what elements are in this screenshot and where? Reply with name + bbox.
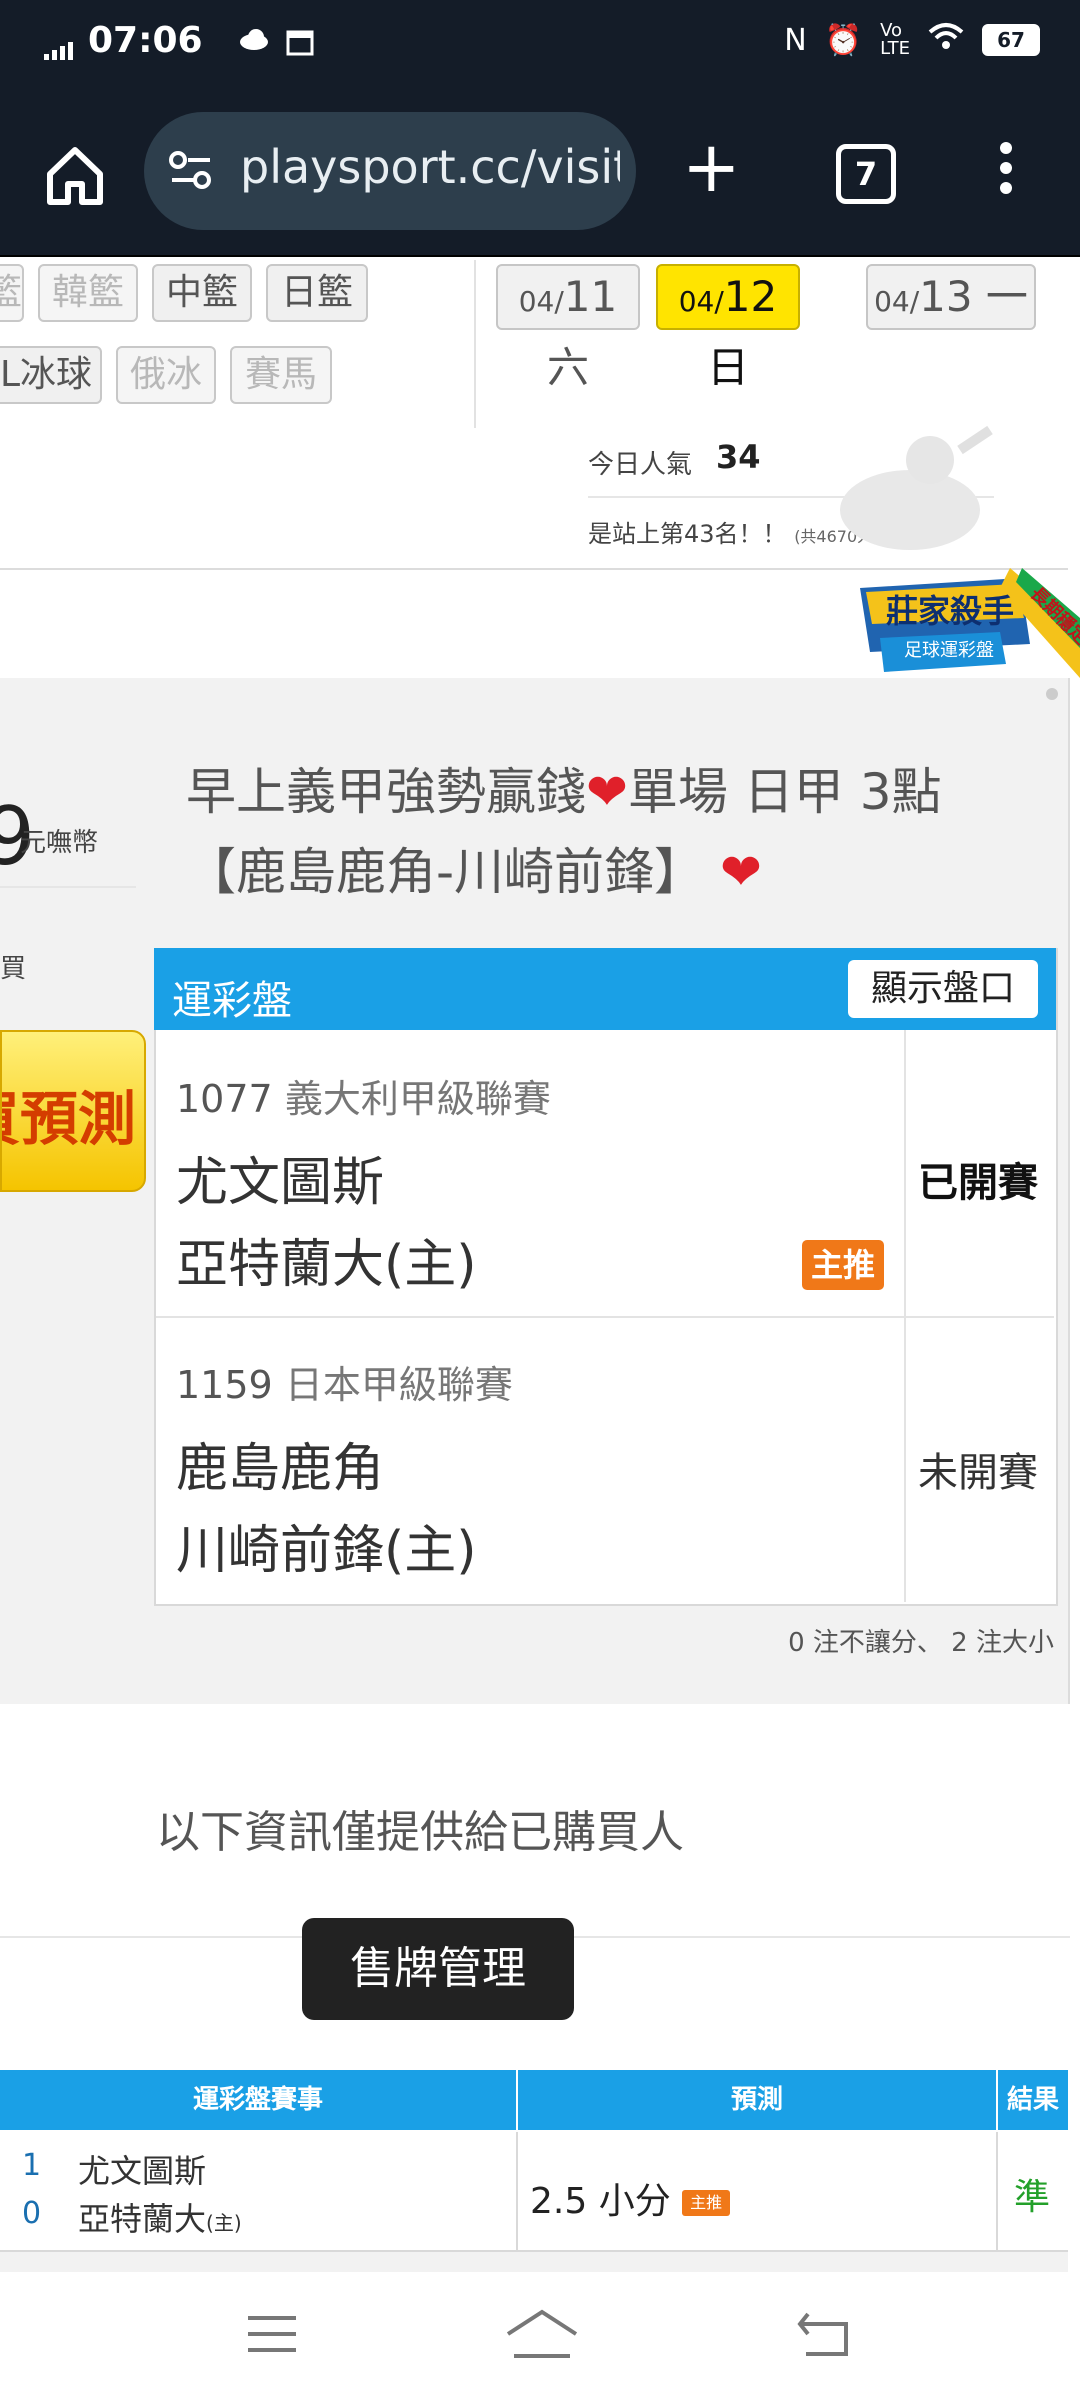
- game-status: 已開賽: [918, 1160, 1038, 1206]
- date-day: 13 一: [919, 272, 1028, 321]
- score-home: 0: [22, 2196, 42, 2231]
- status-icons: N ⏰ Vo LTE 67: [784, 22, 1040, 58]
- game-status: 未開賽: [918, 1450, 1038, 1496]
- table-row: [0, 2252, 1068, 2272]
- team-home: 亞特蘭大(主): [78, 2194, 242, 2240]
- sport-chip-ice-hockey[interactable]: L冰球: [0, 346, 102, 404]
- sport-chip-korea-basketball[interactable]: 韓籃: [38, 264, 138, 322]
- date-chip-0413[interactable]: 04/13 一: [866, 264, 1036, 330]
- team-away: 尤文圖斯: [176, 1153, 385, 1213]
- team-home-name: 亞特蘭大: [78, 2200, 207, 2238]
- team-away: 鹿島鹿角: [176, 1439, 385, 1499]
- team-home: 川崎前鋒(主): [176, 1521, 477, 1581]
- divider: [156, 1316, 1054, 1318]
- volte-icon: Vo LTE: [880, 20, 910, 59]
- coins-label: 元嘸幣: [20, 828, 99, 858]
- main-pick-tag: 主推: [682, 2190, 731, 2216]
- game-meta: 1077 義大利甲級聯賽: [176, 1068, 551, 1123]
- popularity-value: 34: [716, 438, 761, 476]
- popularity-label: 今日人氣: [588, 450, 693, 480]
- date-chip-0411[interactable]: 04/11 六: [496, 264, 640, 392]
- recent-apps-icon[interactable]: [244, 2310, 300, 2362]
- team-home: 亞特蘭大(主): [176, 1235, 477, 1295]
- nfc-icon: N: [784, 22, 807, 58]
- home-nav-icon[interactable]: [504, 2306, 580, 2366]
- home-suffix: (主): [206, 2211, 242, 2235]
- post-title: 早上義甲強勢贏錢❤單場 日甲 3點 【鹿島鹿角-川崎前鋒】 ❤: [186, 752, 1046, 912]
- heart-icon: ❤: [586, 763, 628, 821]
- date-chip-0412[interactable]: 04/12 日: [656, 264, 800, 392]
- scroll-dot-icon: [1046, 688, 1058, 700]
- tab-switcher-button[interactable]: 7: [836, 144, 896, 204]
- divider: [0, 886, 136, 888]
- table-header-prediction: 預測: [518, 2070, 996, 2130]
- score-away: 1: [22, 2148, 42, 2183]
- sport-chip[interactable]: 籃: [0, 264, 24, 322]
- result-value: 準: [1014, 2177, 1051, 2218]
- badge-subtitle: 足球運彩盤: [904, 640, 994, 661]
- lottery-title: 運彩盤: [172, 978, 292, 1024]
- table-header-match: 運彩盤賽事: [0, 2070, 516, 2130]
- banker-killer-badge: 莊家殺手 足球運彩盤 長期穩定: [840, 568, 1080, 678]
- game-meta: 1159 日本甲級聯賽: [176, 1354, 513, 1409]
- back-icon[interactable]: [796, 2310, 852, 2362]
- team-away: 尤文圖斯: [78, 2152, 207, 2190]
- battery-icon: 67: [982, 24, 1040, 56]
- purchaser-info-text: 以下資訊僅提供給已購買人: [156, 1807, 684, 1858]
- mascot-watermark-icon: [820, 420, 1000, 564]
- divider: [996, 2132, 998, 2252]
- sport-chip-russia-ice-hockey[interactable]: 俄冰: [116, 346, 216, 404]
- prediction-cell: 2.5 小分 主推: [530, 2172, 731, 2224]
- buy-prediction-button[interactable]: 買預測: [0, 1030, 146, 1192]
- new-tab-button[interactable]: +: [682, 132, 741, 202]
- date-month: 04/: [518, 285, 564, 318]
- status-bar: 07:06 N ⏰ Vo LTE 67: [0, 0, 1080, 90]
- toast-sale-management[interactable]: 售牌管理: [302, 1918, 574, 2020]
- rank-value: 是站上第43名！！: [588, 520, 787, 548]
- game-league: 日本甲級聯賽: [284, 1363, 513, 1407]
- badge-title: 莊家殺手: [886, 592, 1015, 630]
- alarm-icon: ⏰: [824, 22, 863, 58]
- wifi-icon: [928, 22, 964, 58]
- sport-chip-horse-racing[interactable]: 賽馬: [230, 346, 332, 404]
- site-settings-icon[interactable]: [166, 146, 216, 196]
- buy-label: 購買: [0, 954, 27, 984]
- heart-icon: ❤: [719, 843, 762, 901]
- main-pick-tag: 主推: [802, 1240, 884, 1290]
- divider: [474, 260, 476, 428]
- prediction-value: 2.5 小分: [530, 2181, 671, 2222]
- post-title-match: 【鹿島鹿角-川崎前鋒】: [186, 843, 705, 901]
- post-title-part1: 早上義甲強勢贏錢: [186, 763, 586, 821]
- date-month: 04/: [678, 285, 724, 318]
- table-header-result: 結果: [998, 2070, 1068, 2130]
- buy-prediction-label: 買預測: [2, 1085, 137, 1153]
- bet-count: 0 注不讓分、 2 注大小: [788, 1628, 1054, 1658]
- game-league: 義大利甲級聯賽: [284, 1077, 551, 1121]
- status-time: 07:06: [88, 20, 203, 61]
- game-number: 1077: [176, 1077, 273, 1121]
- home-button[interactable]: [40, 140, 110, 210]
- more-menu-button[interactable]: [996, 142, 1016, 202]
- sport-chip-china-basketball[interactable]: 中籃: [152, 264, 252, 322]
- cloud-icon: [238, 28, 270, 54]
- signal-icon: [44, 40, 78, 64]
- sport-chip-japan-basketball[interactable]: 日籃: [266, 264, 368, 322]
- post-title-part2: 單場 日甲 3點: [627, 763, 942, 821]
- game-number: 1159: [176, 1363, 273, 1407]
- url-text[interactable]: playsport.cc/visit: [240, 140, 620, 194]
- calendar-icon: [286, 28, 314, 60]
- date-month: 04/: [874, 285, 920, 318]
- divider: [516, 2132, 518, 2252]
- show-odds-button[interactable]: 顯示盤口: [848, 960, 1038, 1018]
